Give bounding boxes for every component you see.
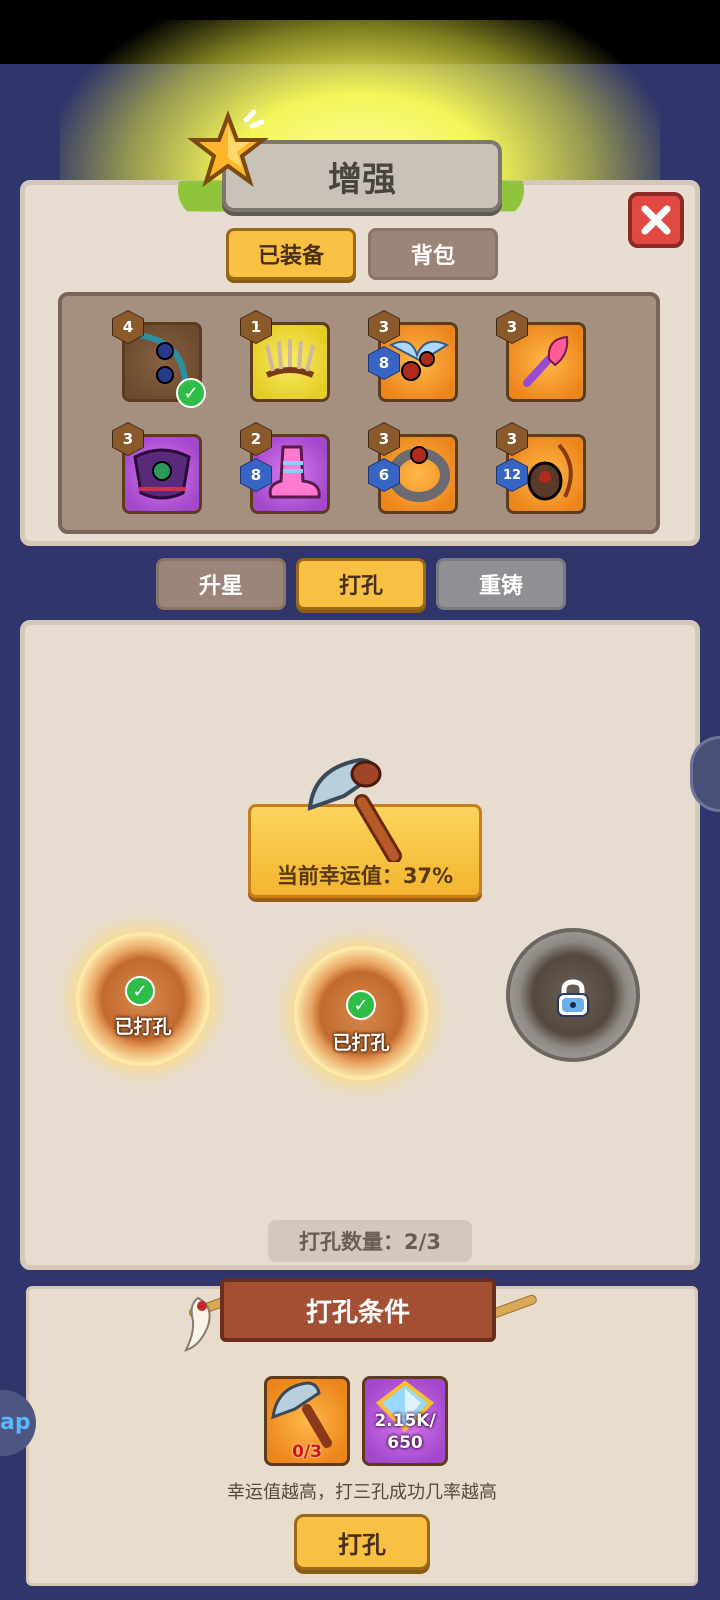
item-level-badge: 3: [113, 423, 143, 455]
socket-status: 已打孔: [114, 1016, 172, 1038]
close-icon: [641, 205, 671, 235]
star-icon: [187, 109, 269, 190]
item-level-badge: 3: [369, 423, 399, 455]
conditions-title: 打孔条件: [305, 1298, 410, 1328]
side-floating-label: ap: [0, 1410, 31, 1435]
item-level-badge: 3: [497, 423, 527, 455]
pickaxe-icon: [304, 752, 414, 866]
luck-value: 当前幸运值：37%: [276, 864, 454, 888]
item-gem-badge: 8: [241, 459, 271, 491]
item-gem-badge: 8: [369, 347, 399, 379]
tab-backpack[interactable]: 背包: [368, 228, 498, 280]
tab-star-up[interactable]: 升星: [156, 558, 286, 610]
punch-count: 打孔数量：2/3: [268, 1220, 472, 1262]
item-level-badge: 4: [113, 311, 143, 343]
cost-crystal-amount: 2.15K/ 650: [374, 1411, 436, 1453]
item-level-badge: 2: [241, 423, 271, 455]
cost-pickaxe-amount: 0/3: [292, 1442, 322, 1462]
lock-icon: [554, 978, 592, 1022]
item-gem-badge: 12: [497, 459, 527, 491]
item-level-badge: 3: [497, 311, 527, 343]
check-icon: ✓: [125, 976, 155, 1006]
item-level-badge: 3: [369, 311, 399, 343]
tab-punch[interactable]: 打孔: [296, 558, 426, 610]
check-icon: ✓: [346, 990, 376, 1020]
equipped-check-icon: ✓: [176, 378, 206, 408]
conditions-hint: 幸运值越高，打三孔成功几率越高: [227, 1482, 497, 1503]
socket-status: 已打孔: [332, 1032, 390, 1054]
tooth-icon: [180, 1296, 220, 1356]
pickaxe-icon: [271, 1381, 332, 1448]
item-gem-badge: 6: [369, 459, 399, 491]
punch-button[interactable]: 打孔: [294, 1514, 430, 1570]
tab-equipped[interactable]: 已装备: [226, 228, 356, 280]
close-button[interactable]: [628, 192, 684, 248]
tab-reforge[interactable]: 重铸: [436, 558, 566, 610]
item-level-badge: 1: [241, 311, 271, 343]
